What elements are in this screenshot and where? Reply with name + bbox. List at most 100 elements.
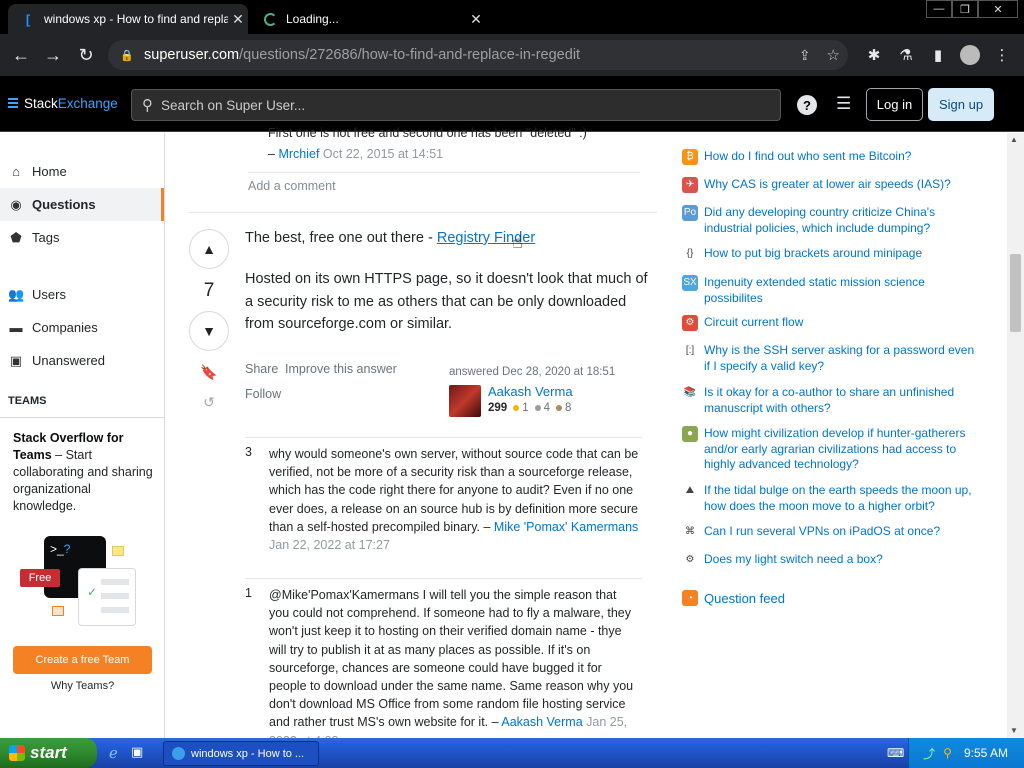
hot-question-link[interactable]: Why CAS is greater at lower air speeds (…	[704, 177, 951, 193]
previous-comment: First one is not free and second one has…	[268, 127, 648, 163]
scroll-up-icon[interactable]: ▲	[1010, 135, 1018, 144]
close-window-button[interactable]: ✕	[978, 0, 1018, 18]
hot-question-link[interactable]: How to put big brackets around minipage	[704, 246, 922, 262]
hot-question-link[interactable]: Can I run several VPNs on iPadOS at once…	[704, 524, 940, 540]
nav-item-unanswered[interactable]: ▣ Unanswered	[0, 344, 164, 377]
hot-question-item[interactable]: ● How might civilization develop if hunte…	[682, 426, 982, 473]
nav-item-home[interactable]: ⌂ Home	[0, 155, 164, 188]
nav-item-companies[interactable]: ▬ Companies	[0, 311, 164, 344]
hot-question-item[interactable]: ⛰ If the tidal bulge on the earth speeds …	[682, 483, 982, 514]
bookmark-icon[interactable]: 🔖	[189, 364, 229, 381]
hot-question-item[interactable]: {} How to put big brackets around minipag…	[682, 246, 982, 262]
hot-question-item[interactable]: 📚 Is it okay for a co-author to share an …	[682, 385, 982, 416]
menu-kebab-icon[interactable]: ⋮	[989, 42, 1015, 68]
improve-answer-link[interactable]: Improve this answer	[285, 362, 397, 376]
system-tray: ⤴ ⚲ 9:55 AM	[908, 738, 1024, 768]
politics-site-icon: Po	[682, 205, 698, 221]
lab-flask-icon[interactable]: ⚗	[893, 42, 919, 68]
history-icon[interactable]: ↺	[189, 394, 229, 411]
downvote-button[interactable]: ▼	[189, 311, 229, 351]
hot-question-item[interactable]: ⚙ Does my light switch need a box?	[682, 552, 982, 568]
network-icon[interactable]: ⤴	[923, 745, 935, 762]
tab-loading[interactable]: Loading... ✕	[250, 4, 486, 34]
nav-item-questions[interactable]: ◉ Questions	[0, 188, 164, 221]
hot-question-item[interactable]: Po Did any developing country criticize C…	[682, 205, 982, 236]
hot-question-link[interactable]: Is it okay for a co-author to share an u…	[704, 385, 982, 416]
academia-site-icon: 📚	[682, 385, 698, 401]
tab-close-icon[interactable]: ✕	[466, 11, 486, 28]
profile-avatar-icon[interactable]	[957, 42, 983, 68]
tab-active[interactable]: [ windows xp - How to find and replace ✕	[8, 4, 248, 34]
diy-site-icon: ⚙	[682, 552, 698, 568]
extensions-icon[interactable]: ✱	[861, 42, 887, 68]
tab-close-icon[interactable]: ✕	[228, 11, 248, 28]
nav-item-tags[interactable]: ⬟ Tags	[0, 221, 164, 254]
hot-question-link[interactable]: Circuit current flow	[704, 315, 803, 331]
forward-arrow-icon[interactable]: →	[40, 42, 66, 68]
hot-question-item[interactable]: SX Ingenuity extended static mission scie…	[682, 275, 982, 306]
upvote-button[interactable]: ▲	[189, 229, 229, 269]
add-comment-link[interactable]: Add a comment	[248, 179, 336, 193]
search-tray-icon[interactable]: ⚲	[943, 746, 952, 760]
taskbar-window-title: windows xp - How to ...	[191, 747, 305, 760]
start-button[interactable]: start	[0, 738, 97, 768]
create-team-button[interactable]: Create a free Team	[13, 646, 152, 674]
tex-site-icon: {}	[682, 246, 698, 262]
why-teams-link[interactable]: Why Teams?	[13, 680, 152, 692]
share-icon[interactable]: ⇪	[799, 47, 811, 64]
scrollbar-thumb[interactable]	[1010, 254, 1021, 332]
keyboard-icon[interactable]: ⌨	[887, 746, 904, 760]
nav-item-users[interactable]: 👥 Users	[0, 278, 164, 311]
hot-question-link[interactable]: Ingenuity extended static mission scienc…	[704, 275, 982, 306]
hot-question-link[interactable]: Why is the SSH server asking for a passw…	[704, 343, 982, 374]
minimize-button[interactable]: —	[926, 0, 952, 18]
bitcoin-site-icon: ₿	[682, 149, 698, 165]
page-scrollbar[interactable]	[1007, 133, 1024, 738]
answer-user-link[interactable]: Aakash Verma	[488, 384, 573, 399]
gold-badge-icon	[513, 405, 520, 411]
comment-user-link[interactable]: Mrchief	[278, 147, 319, 161]
avatar[interactable]	[449, 385, 481, 417]
hot-question-link[interactable]: How do I find out who sent me Bitcoin?	[704, 149, 911, 165]
taskbar	[0, 738, 1024, 768]
hot-question-item[interactable]: ✈ Why CAS is greater at lower air speeds …	[682, 177, 982, 193]
signup-button[interactable]: Sign up	[928, 88, 994, 121]
internet-explorer-icon[interactable]: ℯ	[109, 744, 118, 762]
start-label: start	[30, 743, 67, 762]
restore-button[interactable]: ❐	[952, 0, 978, 18]
home-icon: ⌂	[12, 164, 20, 179]
hot-question-link[interactable]: Does my light switch need a box?	[704, 552, 883, 568]
space-site-icon: SX	[682, 275, 698, 291]
comments-divider	[245, 578, 642, 579]
hot-question-link[interactable]: If the tidal bulge on the earth speeds t…	[704, 483, 982, 514]
comment-score: 3	[245, 445, 252, 459]
hot-question-item[interactable]: [:] Why is the SSH server asking for a pa…	[682, 343, 982, 374]
comment-text: @Mike'Pomax'Kamermans I will tell you th…	[269, 588, 634, 730]
site-switcher-icon[interactable]: ☰	[836, 95, 851, 113]
hot-question-item[interactable]: ⚙ Circuit current flow	[682, 315, 982, 331]
comment-user-link[interactable]: Mike 'Pomax' Kamermans	[494, 520, 638, 534]
hot-question-item[interactable]: ₿ How do I find out who sent me Bitcoin?	[682, 149, 982, 165]
stackexchange-logo[interactable]: Stack Exchange	[8, 96, 118, 111]
site-topbar: Stack Exchange ⚲ Search on Super User... …	[0, 76, 1024, 132]
follow-link[interactable]: Follow	[245, 387, 281, 401]
question-feed-link[interactable]: ◔ Question feed	[682, 590, 785, 606]
search-input[interactable]: ⚲ Search on Super User...	[131, 89, 781, 121]
comment-user-link[interactable]: Aakash Verma	[501, 715, 582, 729]
hot-question-link[interactable]: Did any developing country criticize Chi…	[704, 205, 982, 236]
show-desktop-icon[interactable]: ▣	[131, 744, 143, 760]
login-button[interactable]: Log in	[866, 88, 923, 121]
address-bar[interactable]: 🔒 superuser.com /questions/272686/how-to…	[108, 40, 848, 70]
scroll-down-icon[interactable]: ▼	[1010, 726, 1018, 735]
help-icon[interactable]: ?	[797, 95, 817, 115]
share-link[interactable]: Share	[245, 362, 278, 376]
back-arrow-icon[interactable]: ←	[8, 42, 34, 68]
side-panel-icon[interactable]: ▮	[925, 42, 951, 68]
hot-question-link[interactable]: How might civilization develop if hunter…	[704, 426, 982, 473]
bookmark-star-icon[interactable]: ☆	[827, 46, 840, 64]
rss-icon: ◔	[682, 590, 698, 606]
hot-question-item[interactable]: ⌘ Can I run several VPNs on iPadOS at onc…	[682, 524, 982, 540]
reload-icon[interactable]: ↻	[73, 42, 99, 68]
teams-illustration: >_? ✓ Free	[20, 536, 138, 626]
taskbar-window-button[interactable]: windows xp - How to ...	[163, 741, 319, 766]
